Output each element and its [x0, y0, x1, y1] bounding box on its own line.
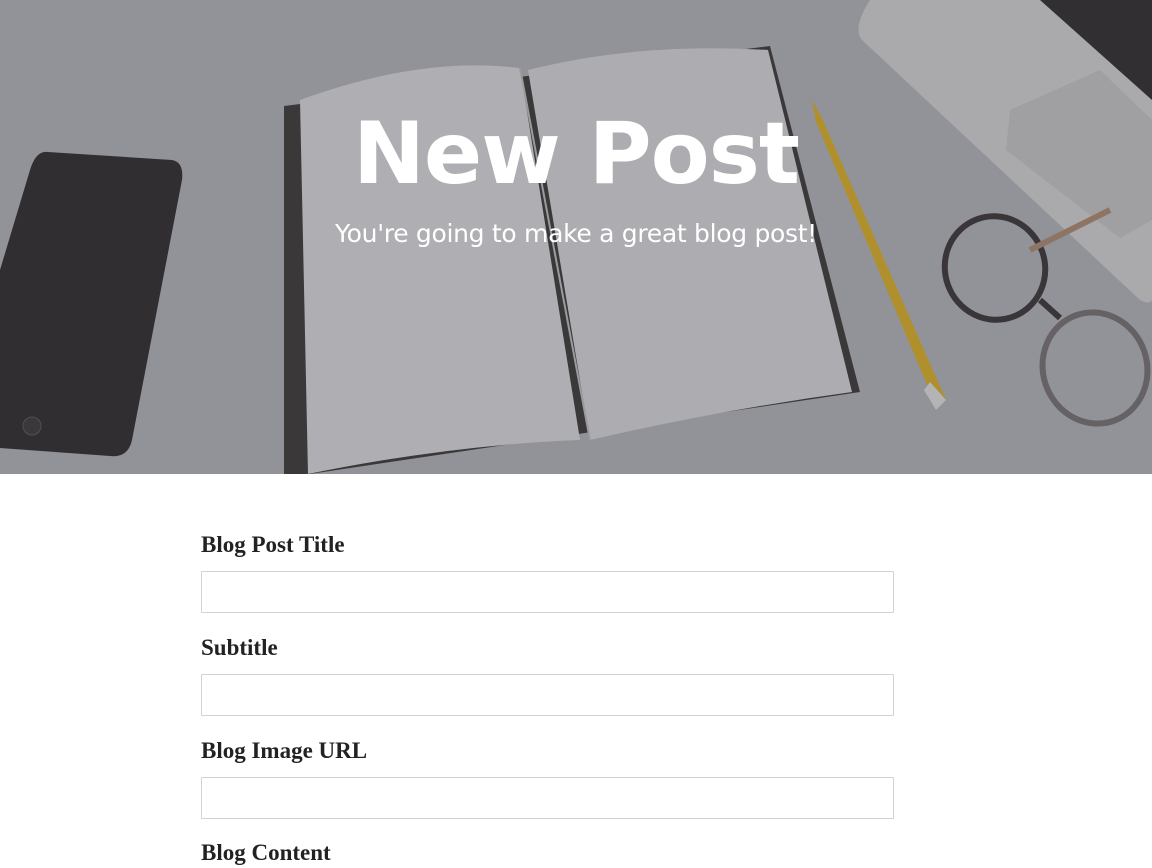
page-title: New Post: [352, 104, 800, 204]
hero-header: New Post You're going to make a great bl…: [0, 0, 1152, 474]
image-url-input[interactable]: [201, 777, 894, 819]
image-url-field-label: Blog Image URL: [201, 738, 368, 763]
title-field-label: Blog Post Title: [201, 532, 345, 557]
page-subtitle: You're going to make a great blog post!: [335, 219, 817, 248]
subtitle-input[interactable]: [201, 674, 894, 716]
content-field-label: Blog Content: [201, 840, 331, 865]
title-input[interactable]: [201, 571, 894, 613]
subtitle-field-label: Subtitle: [201, 635, 278, 660]
